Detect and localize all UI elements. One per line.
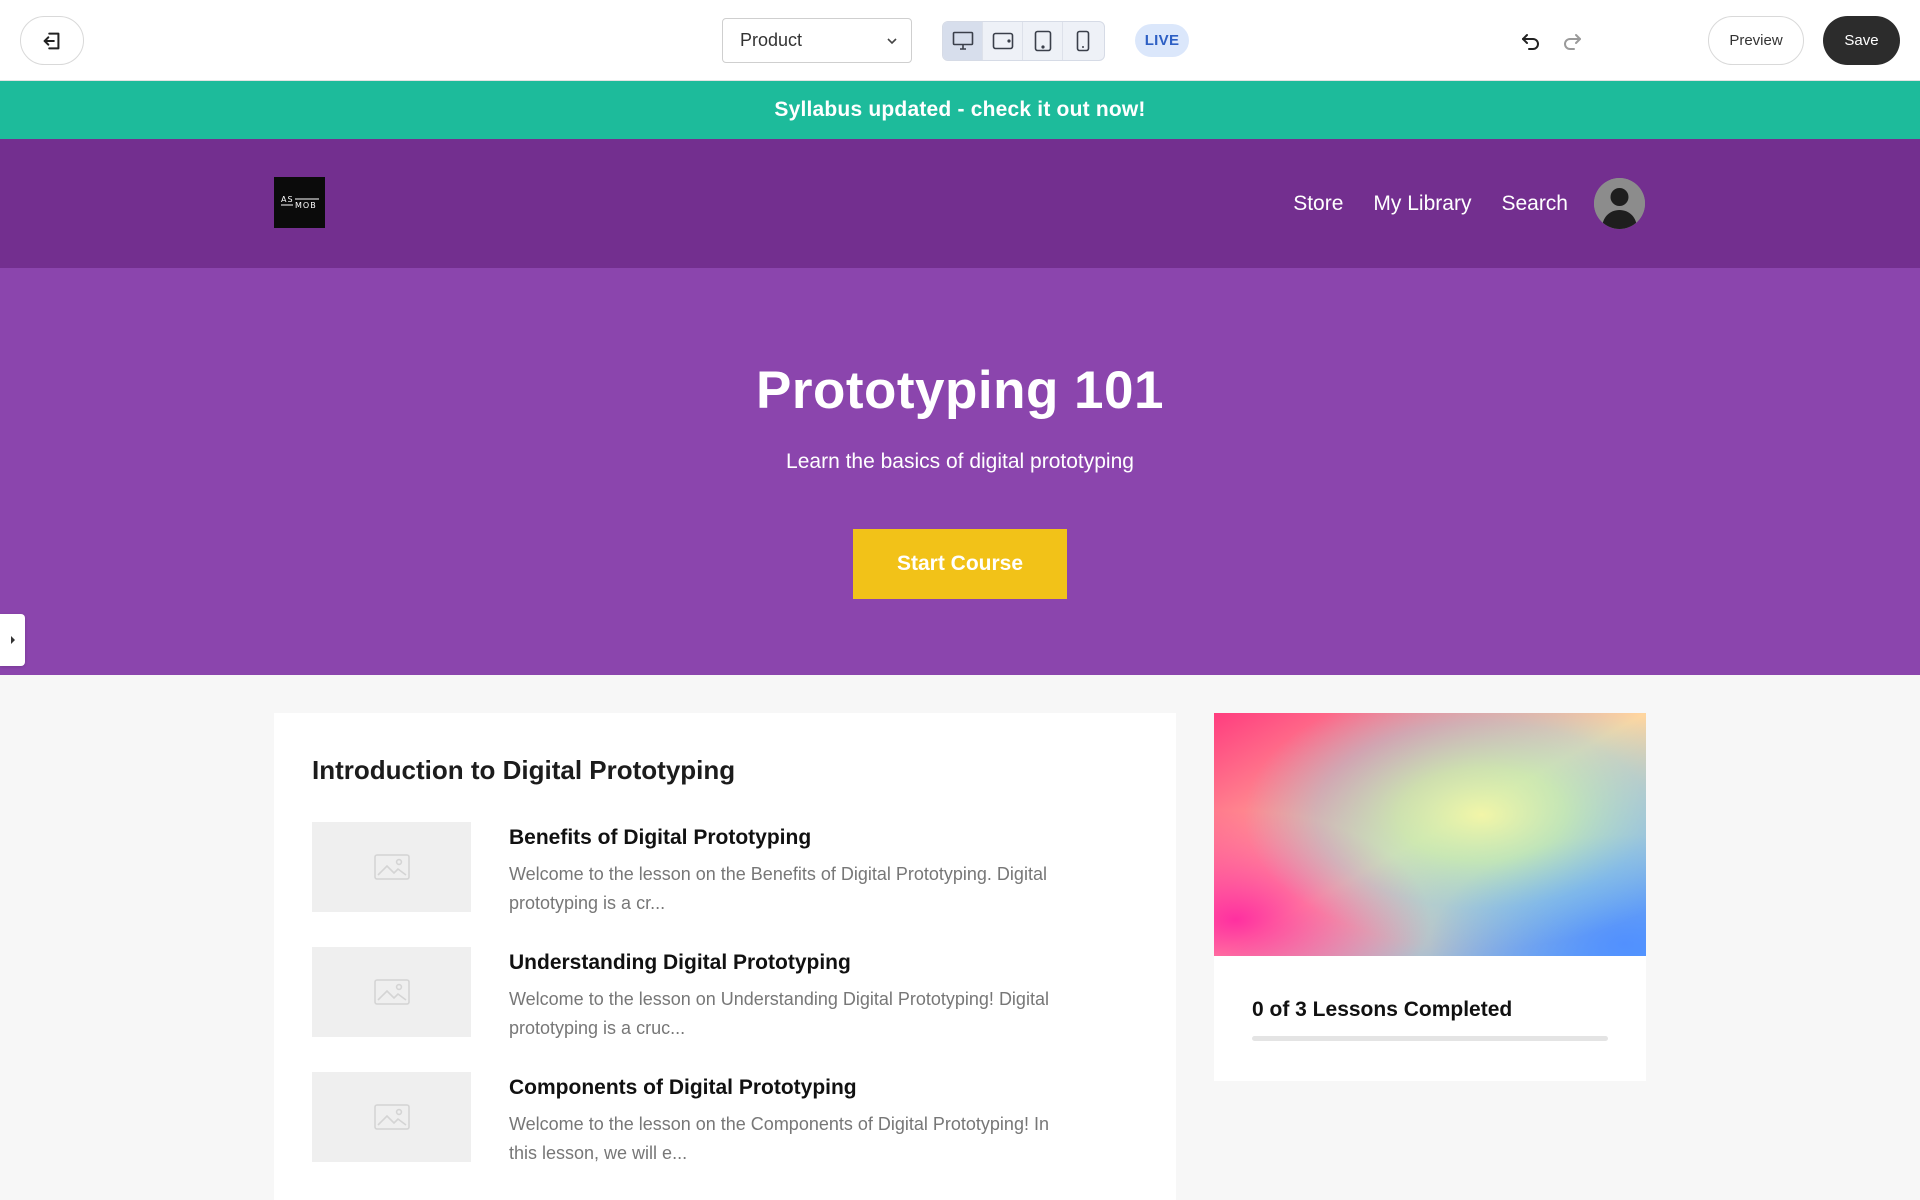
undo-icon — [1522, 34, 1539, 50]
course-subtitle: Learn the basics of digital prototyping — [786, 450, 1134, 473]
image-placeholder-icon — [373, 854, 410, 880]
progress-bar — [1252, 1036, 1608, 1041]
lesson-item[interactable]: Benefits of Digital Prototyping Welcome … — [312, 822, 1132, 914]
tablet-landscape-view-button[interactable] — [983, 22, 1023, 60]
svg-text:AS: AS — [281, 195, 294, 204]
tablet-landscape-icon — [992, 32, 1013, 50]
user-avatar[interactable] — [1594, 178, 1645, 229]
live-status-badge: LIVE — [1135, 24, 1189, 57]
user-silhouette-icon — [1594, 178, 1645, 229]
tablet-portrait-view-button[interactable] — [1023, 22, 1063, 60]
mobile-icon — [1076, 30, 1090, 52]
caret-right-icon — [10, 636, 15, 644]
hero-section: Prototyping 101 Learn the basics of digi… — [0, 268, 1920, 675]
lesson-thumbnail — [312, 1072, 471, 1162]
nav-search-link[interactable]: Search — [1501, 192, 1568, 216]
image-placeholder-icon — [373, 1104, 410, 1130]
asmob-logo-icon: AS MOB — [280, 195, 319, 210]
course-progress-card: 0 of 3 Lessons Completed — [1214, 713, 1646, 1081]
nav-store-link[interactable]: Store — [1293, 192, 1343, 216]
section-title: Introduction to Digital Prototyping — [312, 755, 736, 785]
lesson-thumbnail — [312, 947, 471, 1037]
desktop-icon — [952, 31, 973, 50]
nav-my-library-link[interactable]: My Library — [1373, 192, 1471, 216]
sidebar-toggle-button[interactable] — [0, 614, 25, 666]
lesson-item[interactable]: Understanding Digital Prototyping Welcom… — [312, 947, 1132, 1039]
lesson-excerpt: Welcome to the lesson on the Components … — [509, 1114, 1049, 1163]
tablet-portrait-icon — [1034, 30, 1051, 52]
device-preview-switcher — [942, 21, 1105, 61]
page-selector[interactable]: Product — [722, 18, 912, 63]
page-selector-value: Product — [740, 30, 803, 50]
desktop-view-button[interactable] — [943, 22, 983, 60]
lesson-excerpt: Welcome to the lesson on the Benefits of… — [509, 864, 1047, 913]
course-cover-image — [1214, 713, 1646, 956]
preview-button[interactable]: Preview — [1708, 16, 1804, 65]
undo-button[interactable] — [1518, 28, 1544, 54]
site-header: AS MOB Store My Library Search — [0, 139, 1920, 268]
image-placeholder-icon — [373, 979, 410, 1005]
lessons-card: Introduction to Digital Prototyping Bene… — [274, 713, 1176, 1200]
lesson-title[interactable]: Benefits of Digital Prototyping — [509, 826, 811, 850]
site-nav-links: Store My Library Search — [1293, 139, 1568, 268]
redo-icon — [1564, 34, 1581, 50]
lessons-completed-text: 0 of 3 Lessons Completed — [1252, 998, 1513, 1021]
save-button[interactable]: Save — [1823, 16, 1900, 65]
exit-editor-button[interactable] — [20, 16, 84, 65]
lesson-title[interactable]: Components of Digital Prototyping — [509, 1076, 857, 1100]
announcement-bar[interactable]: Syllabus updated - check it out now! — [0, 81, 1920, 139]
mobile-view-button[interactable] — [1063, 22, 1103, 60]
redo-button[interactable] — [1559, 28, 1585, 54]
lesson-thumbnail — [312, 822, 471, 912]
course-title: Prototyping 101 — [755, 361, 1164, 420]
exit-icon — [43, 32, 60, 49]
gradient-artwork-image — [1214, 713, 1646, 956]
editor-toolbar: Product LIVE Preview Save — [0, 0, 1920, 81]
lesson-item[interactable]: Components of Digital Prototyping Welcom… — [312, 1072, 1132, 1164]
chevron-down-icon — [887, 37, 897, 44]
site-logo[interactable]: AS MOB — [274, 177, 325, 228]
start-course-button[interactable]: Start Course — [853, 529, 1067, 599]
lesson-title[interactable]: Understanding Digital Prototyping — [509, 951, 851, 975]
svg-text:MOB: MOB — [295, 201, 317, 210]
lesson-excerpt: Welcome to the lesson on Understanding D… — [509, 989, 1049, 1038]
